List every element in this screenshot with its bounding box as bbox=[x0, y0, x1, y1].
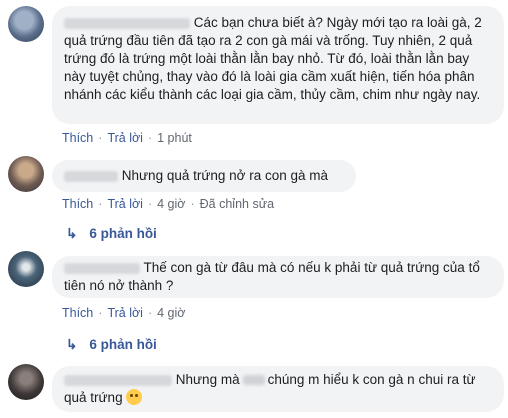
separator-dot: · bbox=[98, 131, 103, 145]
comment-actions: Thích · Trả lời · 1 phút bbox=[62, 131, 192, 145]
separator-dot: · bbox=[98, 197, 103, 211]
like-link[interactable]: Thích bbox=[62, 131, 93, 145]
comment-bubble: Nhưng mà chúng m hiểu k con gà n chui ra … bbox=[52, 366, 504, 412]
replies-count: 6 phản hồi bbox=[89, 337, 157, 352]
avatar[interactable] bbox=[8, 251, 44, 287]
avatar[interactable] bbox=[8, 364, 44, 400]
view-replies-link[interactable]: ↳ 6 phản hồi bbox=[66, 226, 157, 242]
separator-dot: · bbox=[190, 197, 195, 211]
avatar[interactable] bbox=[8, 6, 44, 42]
reply-link[interactable]: Trả lời bbox=[107, 197, 143, 211]
author-name-redacted[interactable] bbox=[64, 17, 190, 29]
author-name-redacted[interactable] bbox=[64, 262, 140, 274]
separator-dot: · bbox=[147, 197, 153, 211]
separator-dot: · bbox=[147, 131, 153, 145]
comment-text: Nhưng quả trứng nở ra con gà mà bbox=[121, 168, 329, 183]
view-replies-link[interactable]: ↳ 6 phản hồi bbox=[66, 337, 157, 353]
reply-arrow-icon: ↳ bbox=[66, 226, 78, 241]
grinning-emoji-icon bbox=[126, 389, 143, 405]
timestamp[interactable]: 4 giờ bbox=[157, 197, 185, 211]
separator-dot: · bbox=[98, 306, 103, 320]
redacted-word bbox=[242, 375, 265, 386]
timestamp[interactable]: 1 phút bbox=[157, 131, 192, 145]
comment-actions: Thích · Trả lời · 4 giờ · Đã chỉnh sửa bbox=[62, 197, 274, 211]
like-link[interactable]: Thích bbox=[62, 306, 93, 320]
comment-bubble: Nhưng quả trứng nở ra con gà mà bbox=[52, 160, 356, 192]
reply-link[interactable]: Trả lời bbox=[107, 306, 143, 320]
edited-label[interactable]: Đã chỉnh sửa bbox=[200, 197, 274, 211]
comment-bubble: Các bạn chưa biết à? Ngày mới tạo ra loà… bbox=[52, 6, 504, 124]
avatar[interactable] bbox=[8, 156, 44, 192]
reply-link[interactable]: Trả lời bbox=[107, 131, 143, 145]
reply-arrow-icon: ↳ bbox=[66, 337, 78, 352]
separator-dot: · bbox=[147, 306, 153, 320]
replies-count: 6 phản hồi bbox=[89, 226, 157, 241]
comment-bubble: Thế con gà từ đâu mà có nếu k phải từ qu… bbox=[52, 256, 504, 298]
timestamp[interactable]: 4 giờ bbox=[157, 306, 185, 320]
author-name-redacted[interactable] bbox=[64, 170, 118, 182]
comment-actions: Thích · Trả lời · 4 giờ bbox=[62, 306, 185, 320]
author-name-redacted[interactable] bbox=[64, 374, 172, 386]
comment-text-part1: Nhưng mà bbox=[175, 372, 240, 387]
like-link[interactable]: Thích bbox=[62, 197, 93, 211]
